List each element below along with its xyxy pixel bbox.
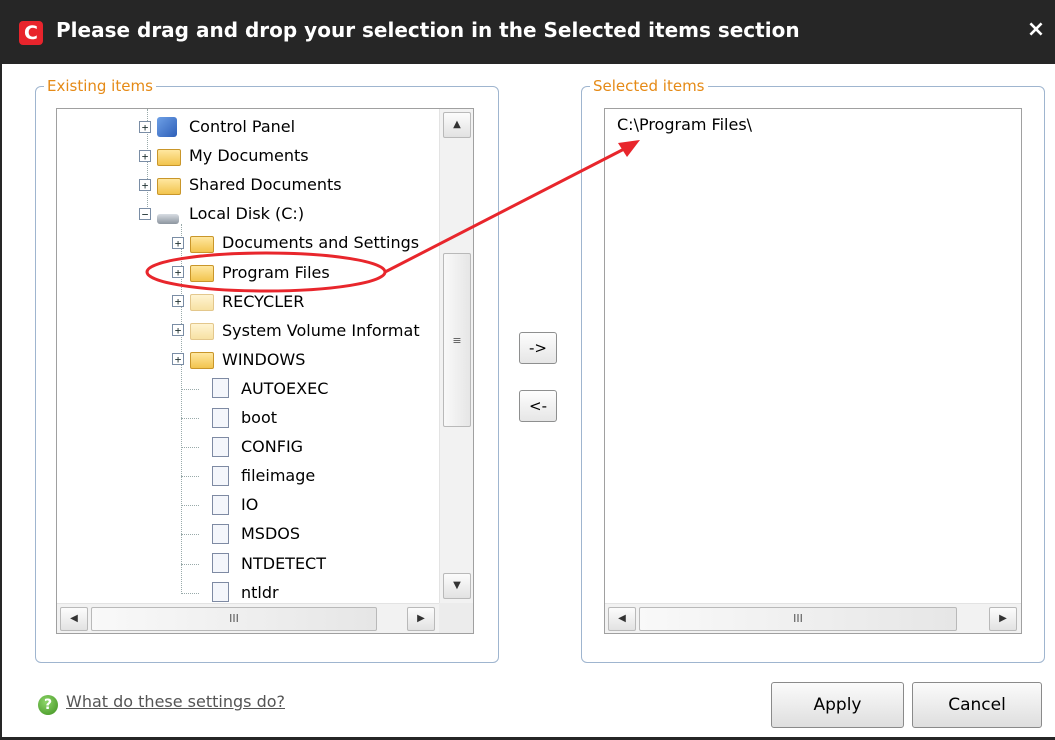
tree-line: [181, 592, 199, 594]
tree-item[interactable]: boot: [201, 403, 277, 432]
tree-item[interactable]: + Documents and Settings: [172, 228, 419, 257]
tree-item-label: NTDETECT: [241, 553, 326, 573]
tree-item-label: AUTOEXEC: [241, 378, 329, 398]
scroll-corner: [439, 603, 473, 633]
scroll-thumb-horizontal[interactable]: III: [91, 607, 377, 631]
tree-item-label: System Volume Informat: [222, 320, 420, 340]
tree-item[interactable]: + WINDOWS: [172, 345, 305, 374]
expand-icon[interactable]: +: [172, 266, 184, 278]
remove-from-selected-button[interactable]: <-: [519, 390, 557, 422]
expand-icon[interactable]: +: [172, 236, 184, 249]
folder-icon: [190, 320, 214, 341]
comodo-logo-icon: C: [19, 21, 43, 45]
dialog-title: Please drag and drop your selection in t…: [56, 18, 800, 42]
selected-items-legend: Selected items: [590, 76, 708, 96]
tree-view: + Control Panel + My Documents + Shared Docum…: [57, 109, 473, 633]
tree-item-label: CONFIG: [241, 437, 304, 457]
help-icon[interactable]: ?: [38, 695, 58, 715]
tree-line: [181, 476, 199, 478]
file-icon: [209, 436, 233, 457]
tree-item[interactable]: + RECYCLER: [172, 287, 304, 316]
tree-item-label: IO: [241, 495, 259, 515]
expand-icon[interactable]: +: [172, 353, 184, 366]
tree-item-label: Shared Documents: [189, 175, 342, 195]
tree-item-label: RECYCLER: [222, 291, 305, 311]
tree-item[interactable]: + Control Panel: [139, 112, 295, 141]
scroll-left-button[interactable]: ◀: [608, 607, 636, 631]
horizontal-scrollbar[interactable]: ◀ III ▶: [605, 603, 1021, 633]
tree-item[interactable]: CONFIG: [201, 432, 303, 461]
tree-line: [181, 534, 199, 536]
expand-icon[interactable]: +: [139, 149, 151, 162]
scroll-thumb-horizontal[interactable]: III: [639, 607, 957, 631]
file-icon: [209, 553, 233, 573]
horizontal-scrollbar[interactable]: ◀ III ▶: [57, 603, 439, 633]
tree-item[interactable]: AUTOEXEC: [201, 374, 328, 403]
tree-item[interactable]: MSDOS: [201, 519, 300, 548]
tree-item-label: Local Disk (C:): [189, 204, 305, 224]
apply-button[interactable]: Apply: [771, 682, 904, 728]
scroll-left-button[interactable]: ◀: [60, 607, 88, 631]
tree-line: [181, 447, 199, 449]
tree-line: [181, 563, 199, 565]
expand-icon[interactable]: +: [139, 178, 151, 191]
existing-items-tree[interactable]: + Control Panel + My Documents + Shared Docum…: [56, 108, 474, 634]
tree-item-label: Control Panel: [189, 117, 296, 136]
disk-icon: [157, 204, 181, 224]
add-to-selected-button[interactable]: ->: [519, 332, 557, 364]
window-border-left: [0, 64, 2, 740]
tree-item[interactable]: + My Documents: [139, 141, 309, 170]
help-link[interactable]: What do these settings do?: [66, 692, 285, 711]
folder-icon: [157, 146, 181, 166]
vertical-scrollbar[interactable]: ▲ ≡ ▼: [439, 109, 473, 603]
title-bar: C Please drag and drop your selection in…: [0, 0, 1055, 64]
scroll-right-button[interactable]: ▶: [407, 607, 435, 631]
expand-icon[interactable]: +: [172, 295, 184, 308]
scroll-up-button[interactable]: ▲: [443, 112, 471, 138]
file-icon: [209, 582, 233, 603]
tree-line: [181, 418, 199, 419]
expand-icon[interactable]: +: [172, 324, 184, 337]
scroll-down-button[interactable]: ▼: [443, 573, 471, 599]
tree-item[interactable]: + System Volume Informat: [172, 316, 420, 345]
file-icon: [209, 494, 233, 515]
tree-item[interactable]: + Shared Documents: [139, 170, 342, 199]
tree-item[interactable]: IO: [201, 490, 258, 519]
folder-icon: [190, 291, 214, 312]
scroll-thumb-vertical[interactable]: ≡: [443, 253, 471, 427]
folder-icon: [157, 175, 181, 195]
tree-item-label: boot: [241, 408, 278, 427]
expand-icon[interactable]: +: [139, 120, 151, 133]
existing-items-legend: Existing items: [44, 76, 156, 96]
folder-icon: [190, 262, 214, 282]
tree-item[interactable]: + Program Files: [172, 258, 330, 287]
selected-item[interactable]: C:\Program Files\: [617, 115, 752, 134]
tree-item-label: Program Files: [222, 262, 330, 282]
collapse-icon[interactable]: −: [139, 207, 151, 220]
cancel-button[interactable]: Cancel: [912, 682, 1042, 728]
tree-item-label: Documents and Settings: [222, 233, 420, 253]
folder-icon: [190, 349, 214, 370]
tree-item[interactable]: NTDETECT: [201, 549, 326, 578]
file-icon: [209, 407, 233, 428]
tree-item-label: My Documents: [189, 146, 309, 166]
file-icon: [209, 523, 233, 544]
tree-item-label: WINDOWS: [222, 349, 306, 369]
selected-items-list[interactable]: C:\Program Files\ ◀ III ▶: [604, 108, 1022, 634]
tree-line: [181, 505, 199, 507]
control-panel-icon: [157, 116, 181, 137]
scroll-right-button[interactable]: ▶: [989, 607, 1017, 631]
tree-item[interactable]: − Local Disk (C:): [139, 199, 304, 228]
file-icon: [209, 465, 233, 486]
file-icon: [209, 378, 233, 399]
tree-item[interactable]: fileimage: [201, 461, 315, 490]
tree-item-label: fileimage: [241, 466, 316, 486]
tree-line: [181, 388, 199, 390]
folder-icon: [190, 233, 214, 253]
close-button[interactable]: ×: [1024, 16, 1048, 44]
tree-item-label: MSDOS: [241, 524, 301, 544]
